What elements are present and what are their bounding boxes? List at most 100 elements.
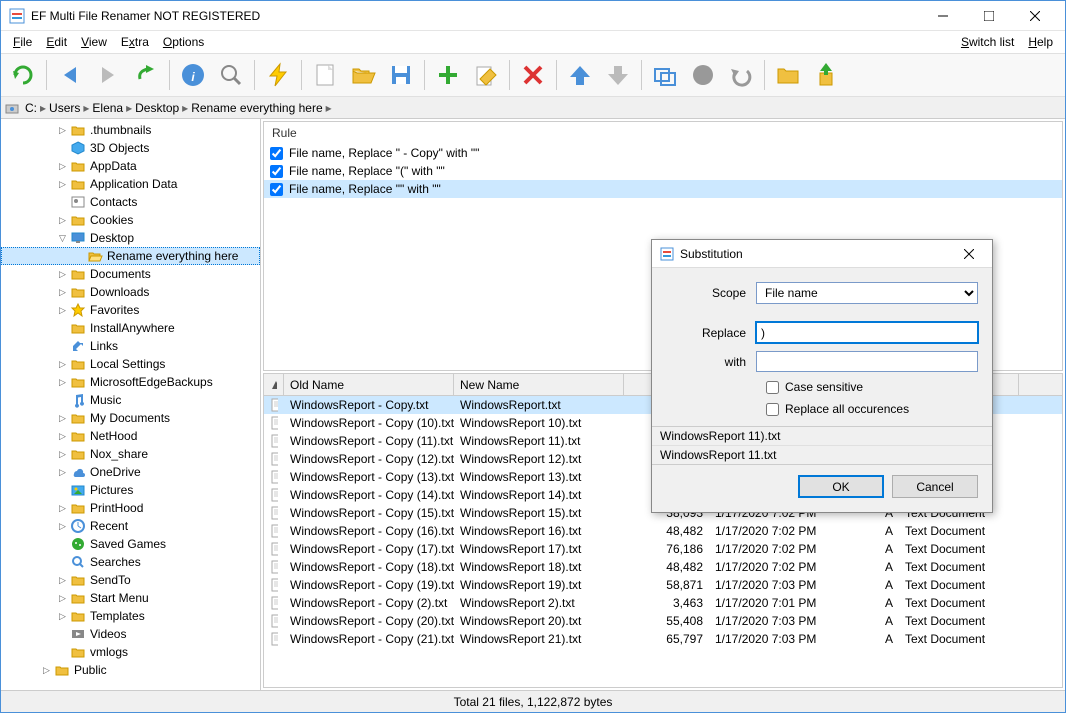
tree-expander[interactable] [57,395,68,406]
tree-expander[interactable] [57,485,68,496]
tree-item[interactable]: 3D Objects [1,139,260,157]
add-button[interactable] [430,57,466,93]
tree-expander[interactable]: ▷ [57,413,68,424]
rule-checkbox[interactable] [270,183,283,196]
ok-button[interactable]: OK [798,475,884,498]
tree-item[interactable]: Searches [1,553,260,571]
move-down-button[interactable] [600,57,636,93]
col-oldname[interactable]: Old Name [284,374,454,395]
tree-item[interactable]: ▽Desktop [1,229,260,247]
undo-button[interactable] [723,57,759,93]
tree-expander[interactable]: ▷ [57,215,68,226]
rule-checkbox[interactable] [270,165,283,178]
cancel-button[interactable]: Cancel [892,475,978,498]
tree-expander[interactable]: ▷ [57,305,68,316]
up-button[interactable] [128,57,164,93]
tree-expander[interactable]: ▷ [57,359,68,370]
replace-all-checkbox[interactable] [766,403,779,416]
open-button[interactable] [345,57,381,93]
tree-item[interactable]: ▷Favorites [1,301,260,319]
menu-edit[interactable]: Edit [40,33,73,51]
export-button[interactable] [808,57,844,93]
tree-item[interactable]: Contacts [1,193,260,211]
back-button[interactable] [52,57,88,93]
rule-row[interactable]: File name, Replace "(" with "" [264,162,1062,180]
path-segment[interactable]: Rename everything here [189,101,324,115]
tree-expander[interactable]: ▷ [57,503,68,514]
tree-expander[interactable] [57,539,68,550]
tree-expander[interactable]: ▷ [57,575,68,586]
tree-item[interactable]: ▷PrintHood [1,499,260,517]
menu-switch-list[interactable]: Switch list [955,33,1020,51]
rule-row[interactable]: File name, Replace " - Copy" with "" [264,144,1062,162]
tree-expander[interactable]: ▷ [57,467,68,478]
file-row[interactable]: WindowsReport - Copy (19).txtWindowsRepo… [264,576,1062,594]
tree-item[interactable]: ▷Local Settings [1,355,260,373]
tree-expander[interactable]: ▷ [41,665,52,676]
tree-item[interactable]: Links [1,337,260,355]
path-segment[interactable]: C: [23,101,39,115]
tree-expander[interactable]: ▷ [57,449,68,460]
minimize-button[interactable] [920,2,965,30]
with-input[interactable] [756,351,978,372]
execute-button[interactable] [260,57,296,93]
tree-item[interactable]: ▷.thumbnails [1,121,260,139]
tree-item[interactable]: ▷MicrosoftEdgeBackups [1,373,260,391]
tree-item[interactable]: InstallAnywhere [1,319,260,337]
path-segment[interactable]: Users [47,101,82,115]
tree-expander[interactable] [57,557,68,568]
dialog-close-button[interactable] [954,241,984,267]
file-row[interactable]: WindowsReport - Copy (16).txtWindowsRepo… [264,522,1062,540]
replace-input[interactable] [756,322,978,343]
path-segment[interactable]: Elena [90,101,125,115]
tree-item[interactable]: Music [1,391,260,409]
tree-expander[interactable]: ▷ [57,161,68,172]
tree-item[interactable]: ▷Recent [1,517,260,535]
case-sensitive-checkbox[interactable] [766,381,779,394]
tree-item[interactable]: Videos [1,625,260,643]
move-up-button[interactable] [562,57,598,93]
tree-item[interactable]: Rename everything here [1,247,260,265]
path-segment[interactable]: Desktop [133,101,181,115]
tree-expander[interactable] [57,197,68,208]
tree-item[interactable]: ▷Templates [1,607,260,625]
tree-item[interactable]: vmlogs [1,643,260,661]
file-row[interactable]: WindowsReport - Copy (18).txtWindowsRepo… [264,558,1062,576]
tree-expander[interactable] [74,251,85,262]
tree-item[interactable]: Pictures [1,481,260,499]
tree-expander[interactable]: ▷ [57,179,68,190]
rule-row[interactable]: File name, Replace "" with "" [264,180,1062,198]
menu-file[interactable]: File [7,33,38,51]
record-button[interactable] [685,57,721,93]
tree-item[interactable]: ▷Application Data [1,175,260,193]
tree-expander[interactable]: ▷ [57,269,68,280]
tree-expander[interactable]: ▷ [57,521,68,532]
delete-button[interactable] [515,57,551,93]
folder-button[interactable] [770,57,806,93]
tree-item[interactable]: ▷AppData [1,157,260,175]
file-row[interactable]: WindowsReport - Copy (20).txtWindowsRepo… [264,612,1062,630]
menu-view[interactable]: View [75,33,113,51]
tree-expander[interactable]: ▷ [57,125,68,136]
tree-expander[interactable]: ▷ [57,611,68,622]
tree-expander[interactable]: ▷ [57,377,68,388]
tree-item[interactable]: ▷Cookies [1,211,260,229]
maximize-button[interactable] [966,2,1011,30]
col-newname[interactable]: New Name [454,374,624,395]
tree-item[interactable]: ▷Start Menu [1,589,260,607]
folder-tree[interactable]: ▷.thumbnails3D Objects▷AppData▷Applicati… [1,119,261,690]
apply-button[interactable] [647,57,683,93]
tree-item[interactable]: ▷Downloads [1,283,260,301]
new-button[interactable] [307,57,343,93]
search-button[interactable] [213,57,249,93]
file-row[interactable]: WindowsReport - Copy (2).txtWindowsRepor… [264,594,1062,612]
file-row[interactable]: WindowsReport - Copy (17).txtWindowsRepo… [264,540,1062,558]
info-button[interactable]: i [175,57,211,93]
tree-item[interactable]: ▷Nox_share [1,445,260,463]
save-button[interactable] [383,57,419,93]
col-icon[interactable] [264,374,284,395]
tree-item[interactable]: ▷Public [1,661,260,679]
tree-item[interactable]: ▷Documents [1,265,260,283]
dialog-titlebar[interactable]: Substitution [652,240,992,268]
tree-expander[interactable] [57,647,68,658]
